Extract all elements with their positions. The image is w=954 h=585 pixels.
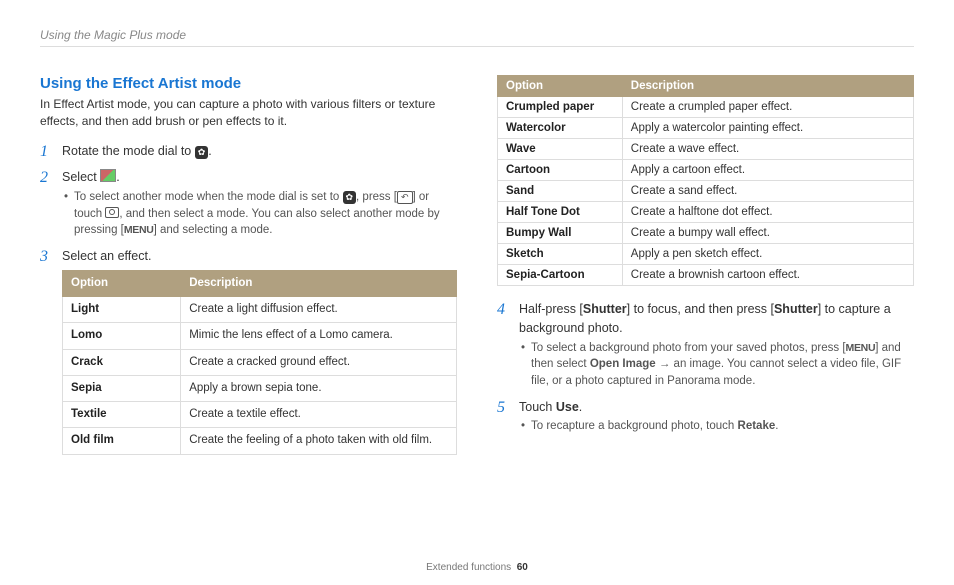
option-cell: Crumpled paper bbox=[498, 97, 623, 118]
option-cell: Light bbox=[63, 297, 181, 323]
steps-list: Rotate the mode dial to ✿. Select . To s… bbox=[40, 142, 457, 455]
breadcrumb: Using the Magic Plus mode bbox=[40, 28, 914, 47]
option-cell: Sand bbox=[498, 181, 623, 202]
right-column: Option Description Crumpled paperCreate … bbox=[497, 75, 914, 463]
description-cell: Create a wave effect. bbox=[622, 139, 913, 160]
option-cell: Bumpy Wall bbox=[498, 223, 623, 244]
description-cell: Apply a watercolor painting effect. bbox=[622, 118, 913, 139]
mode-dial-icon: ✿ bbox=[195, 146, 209, 159]
step-1-text: Rotate the mode dial to bbox=[62, 144, 195, 158]
option-cell: Sepia bbox=[63, 375, 181, 401]
table-row: Sepia-CartoonCreate a brownish cartoon e… bbox=[498, 265, 914, 286]
option-cell: Crack bbox=[63, 349, 181, 375]
step-2-text: Select bbox=[62, 170, 100, 184]
option-cell: Watercolor bbox=[498, 118, 623, 139]
open-image-label: Open Image bbox=[590, 358, 656, 370]
description-cell: Create a sand effect. bbox=[622, 181, 913, 202]
table-row: LomoMimic the lens effect of a Lomo came… bbox=[63, 323, 457, 349]
table-row: WaveCreate a wave effect. bbox=[498, 139, 914, 160]
table-row: SepiaApply a brown sepia tone. bbox=[63, 375, 457, 401]
table-row: LightCreate a light diffusion effect. bbox=[63, 297, 457, 323]
step-4-note: To select a background photo from your s… bbox=[519, 340, 914, 390]
option-cell: Sepia-Cartoon bbox=[498, 265, 623, 286]
table-row: TextileCreate a textile effect. bbox=[63, 402, 457, 428]
description-cell: Create a cracked ground effect. bbox=[181, 349, 457, 375]
table-row: CrackCreate a cracked ground effect. bbox=[63, 349, 457, 375]
step-2-note: To select another mode when the mode dia… bbox=[62, 189, 457, 239]
option-cell: Lomo bbox=[63, 323, 181, 349]
retake-label: Retake bbox=[738, 420, 776, 432]
option-cell: Half Tone Dot bbox=[498, 202, 623, 223]
step-1: Rotate the mode dial to ✿. bbox=[40, 142, 457, 161]
left-column: Using the Effect Artist mode In Effect A… bbox=[40, 75, 457, 463]
th-option: Option bbox=[498, 76, 623, 97]
description-cell: Create the feeling of a photo taken with… bbox=[181, 428, 457, 454]
page-footer: Extended functions 60 bbox=[0, 562, 954, 573]
menu-label: MENU bbox=[124, 224, 154, 236]
menu-label: MENU bbox=[846, 342, 876, 354]
shutter-label: Shutter bbox=[774, 302, 818, 316]
description-cell: Apply a pen sketch effect. bbox=[622, 244, 913, 265]
steps-list-cont: Half-press [Shutter] to focus, and then … bbox=[497, 300, 914, 435]
option-cell: Old film bbox=[63, 428, 181, 454]
table-row: Half Tone DotCreate a halftone dot effec… bbox=[498, 202, 914, 223]
table-row: WatercolorApply a watercolor painting ef… bbox=[498, 118, 914, 139]
breadcrumb-text: Using the Magic Plus mode bbox=[40, 28, 186, 42]
description-cell: Create a halftone dot effect. bbox=[622, 202, 913, 223]
th-description: Description bbox=[181, 270, 457, 296]
mode-dial-icon: ✿ bbox=[343, 191, 357, 204]
table-row: CartoonApply a cartoon effect. bbox=[498, 160, 914, 181]
table-row: Bumpy WallCreate a bumpy wall effect. bbox=[498, 223, 914, 244]
step-1-post: . bbox=[208, 144, 211, 158]
step-2-post: . bbox=[116, 170, 119, 184]
shutter-label: Shutter bbox=[583, 302, 627, 316]
footer-label: Extended functions bbox=[426, 562, 511, 573]
effects-table-2: Option Description Crumpled paperCreate … bbox=[497, 75, 914, 286]
description-cell: Create a crumpled paper effect. bbox=[622, 97, 913, 118]
section-title: Using the Effect Artist mode bbox=[40, 75, 457, 92]
description-cell: Create a bumpy wall effect. bbox=[622, 223, 913, 244]
intro-text: In Effect Artist mode, you can capture a… bbox=[40, 96, 457, 130]
use-label: Use bbox=[556, 400, 579, 414]
option-cell: Sketch bbox=[498, 244, 623, 265]
camera-icon bbox=[105, 207, 119, 218]
option-cell: Cartoon bbox=[498, 160, 623, 181]
step-3-text: Select an effect. bbox=[62, 249, 151, 263]
table-row: Old filmCreate the feeling of a photo ta… bbox=[63, 428, 457, 454]
page-number: 60 bbox=[517, 562, 528, 573]
step-2: Select . To select another mode when the… bbox=[40, 168, 457, 239]
table-row: SketchApply a pen sketch effect. bbox=[498, 244, 914, 265]
back-icon: ↶ bbox=[397, 191, 413, 204]
description-cell: Create a brownish cartoon effect. bbox=[622, 265, 913, 286]
palette-icon bbox=[100, 169, 116, 182]
th-description: Description bbox=[622, 76, 913, 97]
option-cell: Textile bbox=[63, 402, 181, 428]
step-5-note: To recapture a background photo, touch R… bbox=[519, 418, 914, 435]
th-option: Option bbox=[63, 270, 181, 296]
description-cell: Create a light diffusion effect. bbox=[181, 297, 457, 323]
step-5: Touch Use. To recapture a background pho… bbox=[497, 398, 914, 435]
option-cell: Wave bbox=[498, 139, 623, 160]
description-cell: Apply a brown sepia tone. bbox=[181, 375, 457, 401]
step-3: Select an effect. Option Description Lig… bbox=[40, 247, 457, 455]
effects-table-1: Option Description LightCreate a light d… bbox=[62, 270, 457, 455]
table-row: SandCreate a sand effect. bbox=[498, 181, 914, 202]
description-cell: Create a textile effect. bbox=[181, 402, 457, 428]
table-row: Crumpled paperCreate a crumpled paper ef… bbox=[498, 97, 914, 118]
description-cell: Apply a cartoon effect. bbox=[622, 160, 913, 181]
description-cell: Mimic the lens effect of a Lomo camera. bbox=[181, 323, 457, 349]
step-4: Half-press [Shutter] to focus, and then … bbox=[497, 300, 914, 390]
